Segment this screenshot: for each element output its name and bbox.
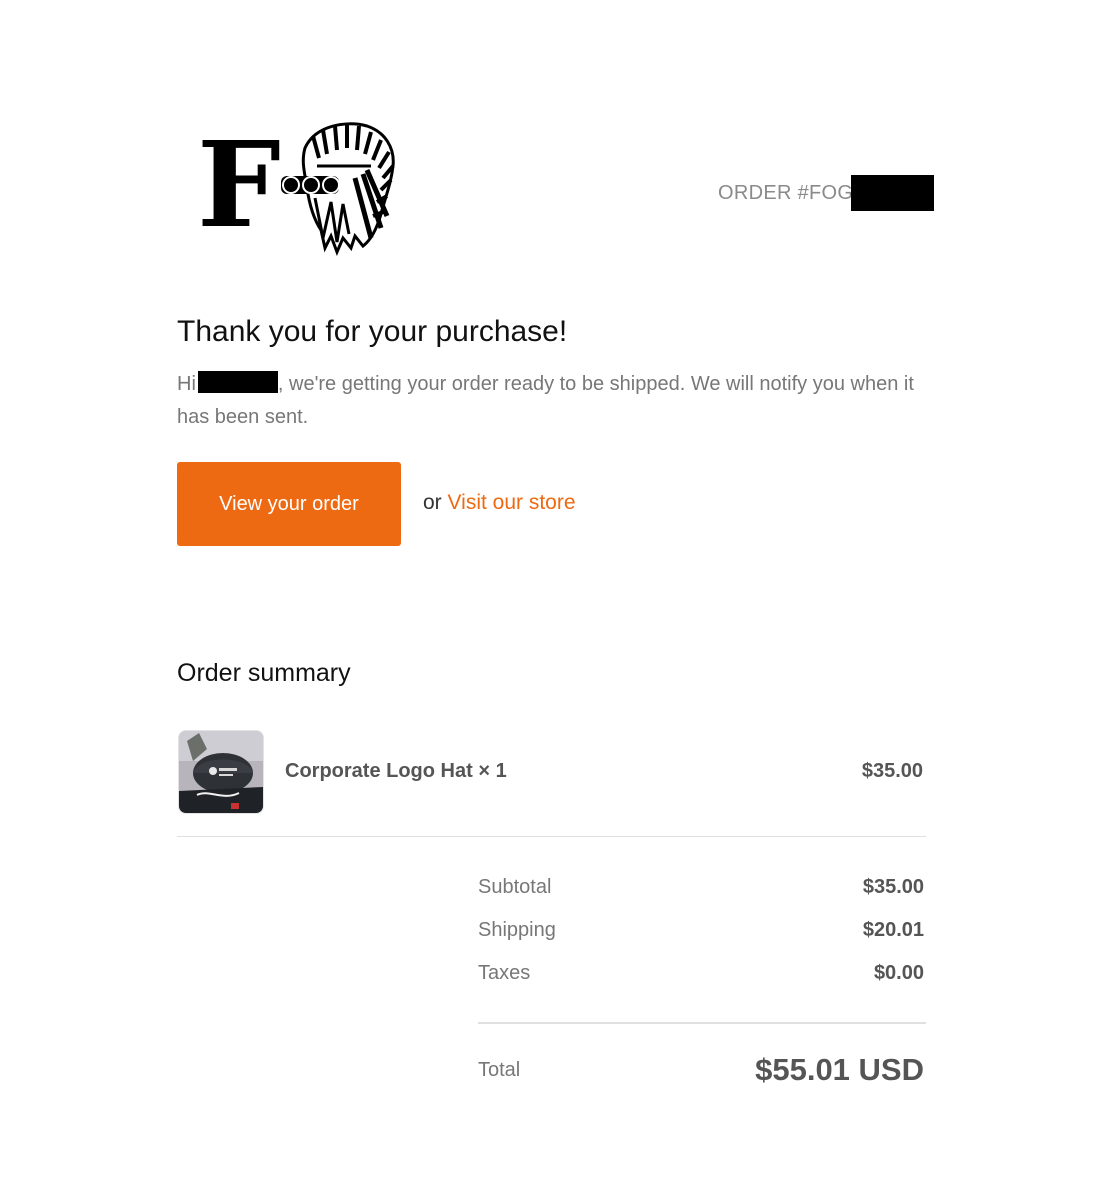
product-price: $35.00 — [861, 760, 923, 782]
redacted-customer-name — [197, 371, 278, 393]
store-logo: F — [195, 115, 400, 258]
product-thumbnail — [178, 730, 264, 814]
subtotal-value: $35.00 — [862, 876, 924, 898]
redacted-order-id — [851, 175, 934, 211]
or-text: or — [423, 491, 442, 514]
logo-letter-f: F — [197, 118, 281, 254]
shipping-value: $20.01 — [862, 919, 924, 941]
page-title: Thank you for your purchase! — [177, 315, 568, 348]
summary-divider — [177, 836, 926, 837]
visit-store-link[interactable]: Visit our store — [448, 491, 576, 514]
headdress-skull-icon — [281, 122, 395, 257]
total-label: Total — [478, 1059, 521, 1081]
taxes-value: $0.00 — [873, 962, 924, 984]
product-name: Corporate Logo Hat × 1 — [285, 760, 507, 782]
store-link-line: or Visit our store — [423, 491, 576, 515]
order-summary-title: Order summary — [177, 659, 351, 687]
shipping-label: Shipping — [478, 919, 556, 941]
totals-divider — [478, 1022, 926, 1024]
intro-message: Hi, we're getting your order ready to be… — [177, 368, 937, 434]
total-value: $55.01 USD — [755, 1052, 924, 1087]
greeting-message: , we're getting your order ready to be s… — [177, 373, 914, 428]
order-number-label: ORDER #FOG — [718, 182, 854, 204]
view-order-button[interactable]: View your order — [177, 462, 401, 546]
hat-product-photo-icon — [179, 731, 263, 813]
greeting-prefix: Hi — [177, 373, 196, 395]
subtotal-label: Subtotal — [478, 876, 552, 898]
taxes-label: Taxes — [478, 962, 531, 984]
